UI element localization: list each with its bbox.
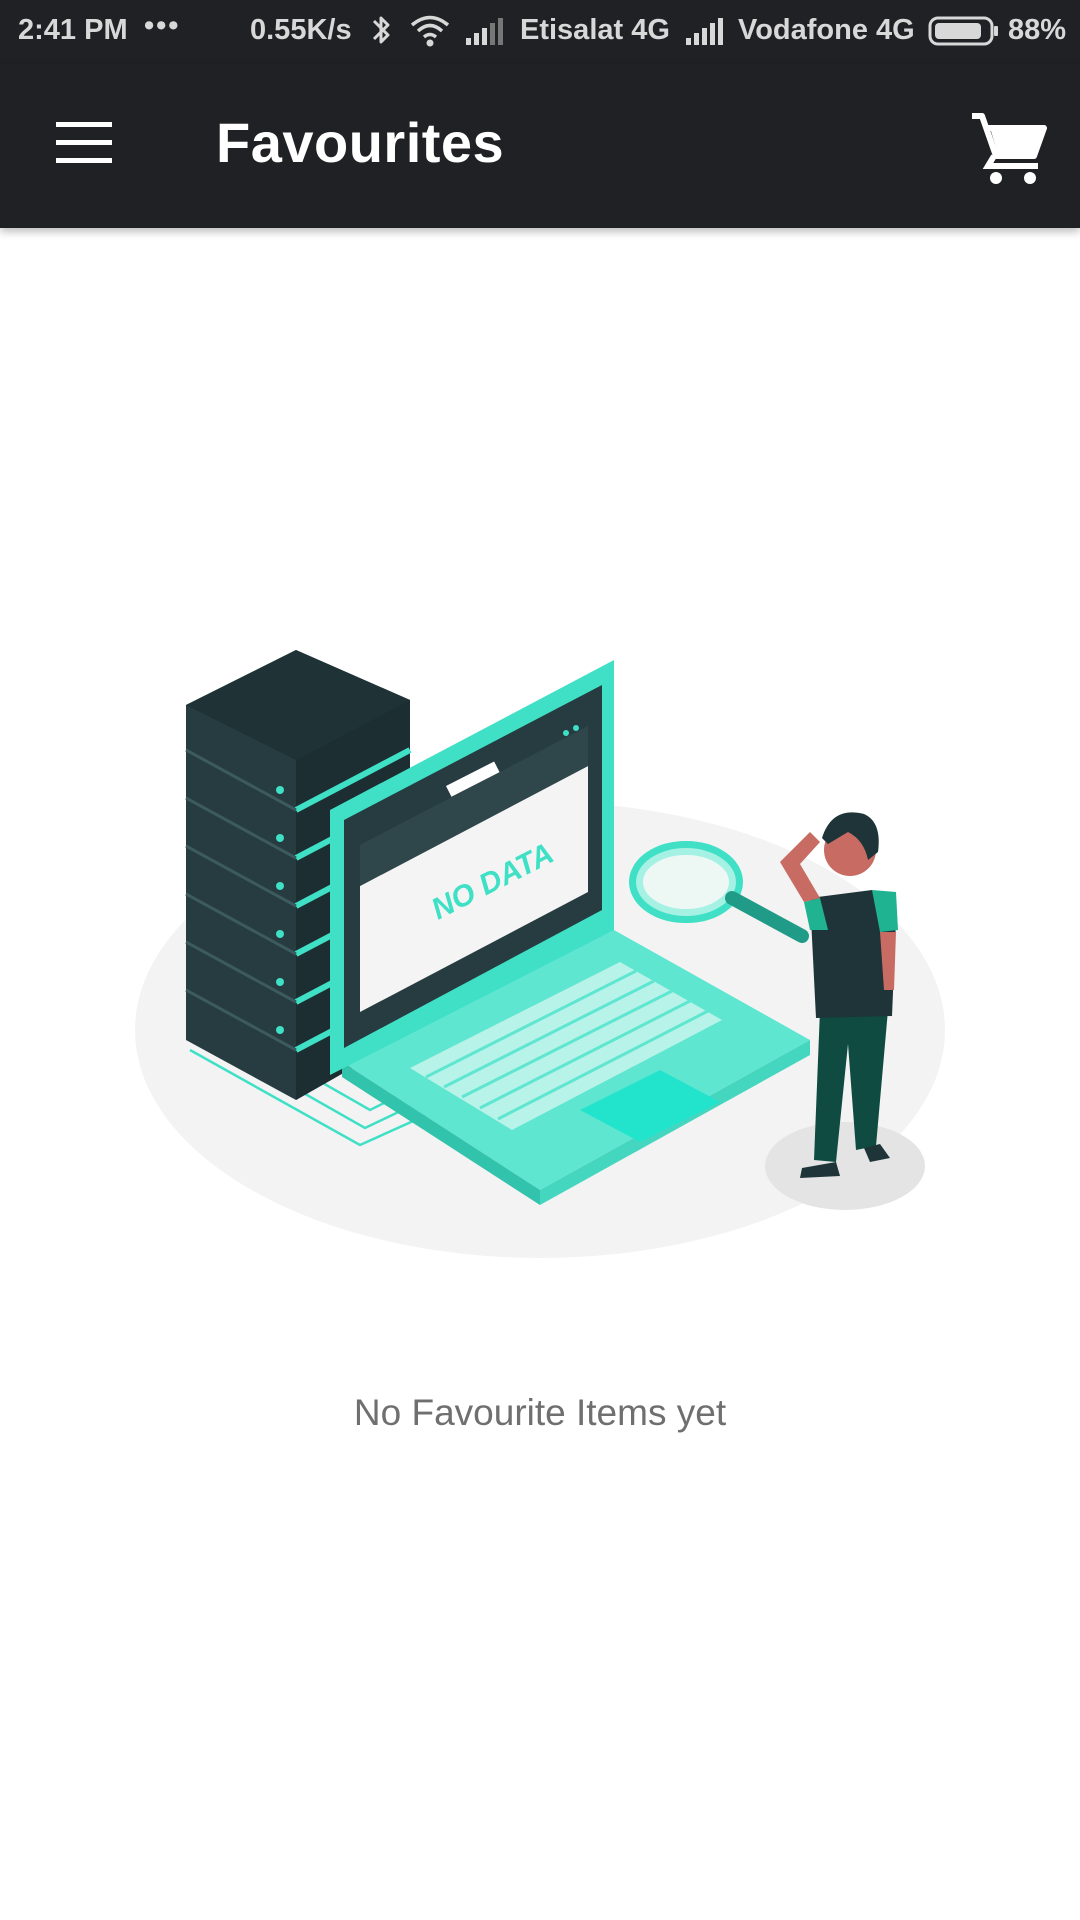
carrier-sim1: Etisalat 4G: [520, 14, 670, 46]
signal-icon-sim1: [464, 14, 504, 54]
menu-button[interactable]: [40, 108, 128, 184]
carrier-sim2: Vodafone 4G: [738, 14, 915, 46]
battery-percent: 88%: [1008, 14, 1067, 46]
shopping-cart-icon: [958, 113, 1054, 200]
hamburger-menu-icon: [40, 122, 128, 188]
bluetooth-icon: [370, 12, 394, 56]
network-speed: 0.55K/s: [250, 14, 352, 46]
page-title: Favourites: [216, 111, 505, 174]
signal-icon-sim2: [684, 14, 724, 54]
app-bar: Favourites: [0, 64, 1080, 228]
status-time: 2:41 PM: [18, 14, 128, 46]
cart-button[interactable]: [958, 100, 1054, 196]
status-more-dots: •••: [144, 10, 181, 42]
wifi-icon: [408, 12, 452, 56]
battery-icon: [928, 15, 1000, 55]
status-bar: 2:41 PM ••• 0.55K/s Etisalat 4G Vodafone…: [0, 0, 1080, 64]
no-data-illustration: NO DATA: [120, 630, 960, 1270]
empty-state-message: No Favourite Items yet: [353, 1392, 727, 1433]
